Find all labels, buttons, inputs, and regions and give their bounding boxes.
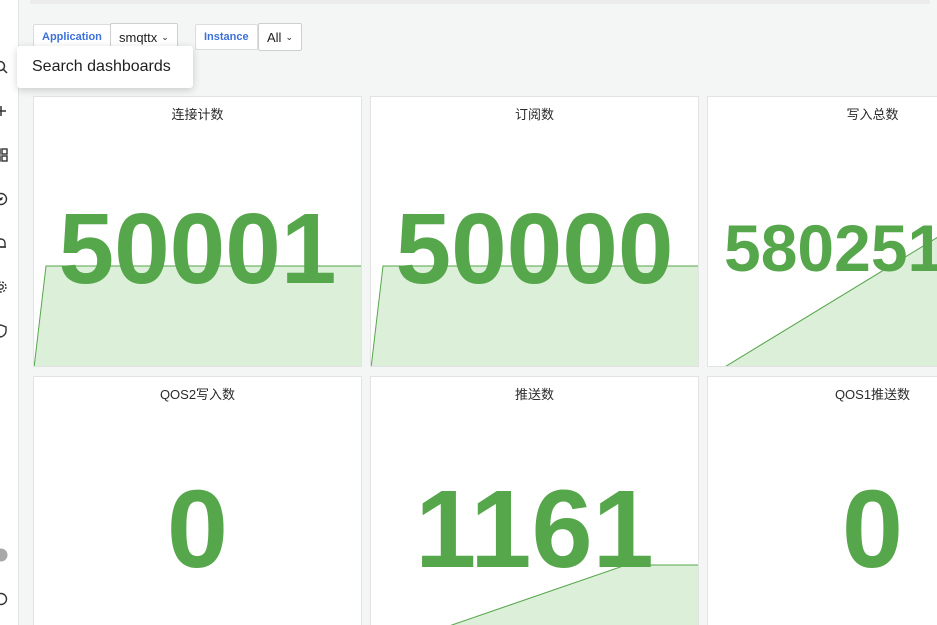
instance-variable-label: Instance	[195, 24, 258, 50]
panel-title: 写入总数	[846, 107, 899, 122]
help-icon[interactable]	[0, 592, 8, 606]
panel-connection-count[interactable]: 连接计数 50001	[33, 96, 362, 367]
panel-title: 推送数	[514, 387, 554, 402]
settings-icon[interactable]	[0, 280, 8, 294]
panel-title: QOS1推送数	[834, 387, 911, 402]
panel-deliveries[interactable]: 推送数 1161	[370, 376, 699, 625]
stat-value: 580251	[724, 211, 937, 285]
panel-subscriptions[interactable]: 订阅数 50000	[370, 96, 699, 367]
top-strip	[30, 0, 930, 4]
panel-qos2-writes[interactable]: QOS2写入数 0	[33, 376, 362, 625]
panel-qos1-deliveries[interactable]: QOS1推送数 0	[707, 376, 937, 625]
sidebar	[0, 0, 19, 625]
stat-value: 0	[166, 468, 229, 591]
stat-value: 50001	[58, 193, 337, 305]
shield-icon[interactable]	[0, 324, 8, 338]
dashboards-icon[interactable]	[0, 148, 8, 162]
search-icon[interactable]	[0, 60, 8, 74]
instance-label-text: Instance	[204, 31, 249, 43]
alerting-icon[interactable]	[0, 236, 8, 250]
plus-icon[interactable]	[0, 104, 8, 118]
instance-value: All	[267, 29, 282, 45]
panel-title: 连接计数	[171, 107, 224, 122]
stat-value: 50000	[395, 193, 674, 305]
stat-value: 1161	[415, 468, 654, 591]
explore-icon[interactable]	[0, 192, 8, 206]
avatar-icon[interactable]	[0, 548, 8, 562]
instance-variable-select[interactable]: All ⌄	[258, 23, 302, 51]
stat-value: 0	[841, 468, 904, 591]
panel-title: QOS2写入数	[159, 387, 236, 402]
panel-title: 订阅数	[514, 107, 554, 122]
chevron-down-icon: ⌄	[285, 31, 293, 42]
application-value: smqttx	[119, 29, 158, 45]
tooltip-text: Search dashboards	[32, 58, 171, 75]
chevron-down-icon: ⌄	[161, 31, 169, 42]
application-label-text: Application	[42, 31, 102, 43]
panel-total-writes[interactable]: 写入总数 580251	[707, 96, 937, 367]
search-dashboards-tooltip: Search dashboards	[17, 46, 193, 88]
